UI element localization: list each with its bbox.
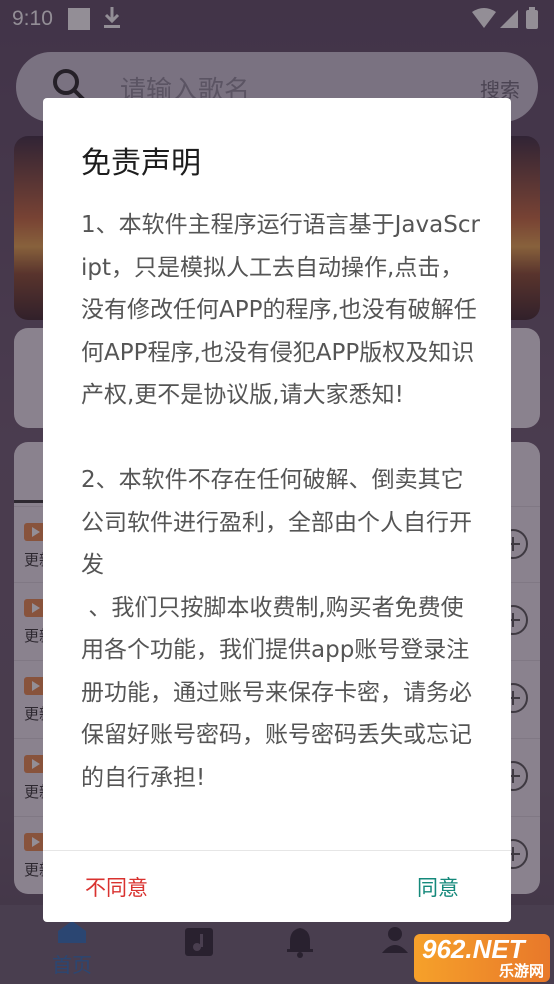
agree-button[interactable]: 同意 [417, 872, 459, 902]
disagree-button[interactable]: 不同意 [85, 872, 148, 902]
dialog-body: 1、本软件主程序运行语言基于JavaScript，只是模拟人工去自动操作,点击，… [81, 212, 480, 791]
dialog-divider [43, 850, 511, 851]
watermark-subtitle: 乐游网 [498, 962, 544, 980]
dialog-title: 免责声明 [81, 146, 201, 181]
watermark-logo: 962.NET 乐游网 [414, 934, 550, 982]
disclaimer-dialog: 免责声明 1、本软件主程序运行语言基于JavaScript，只是模拟人工去自动操… [43, 98, 511, 922]
